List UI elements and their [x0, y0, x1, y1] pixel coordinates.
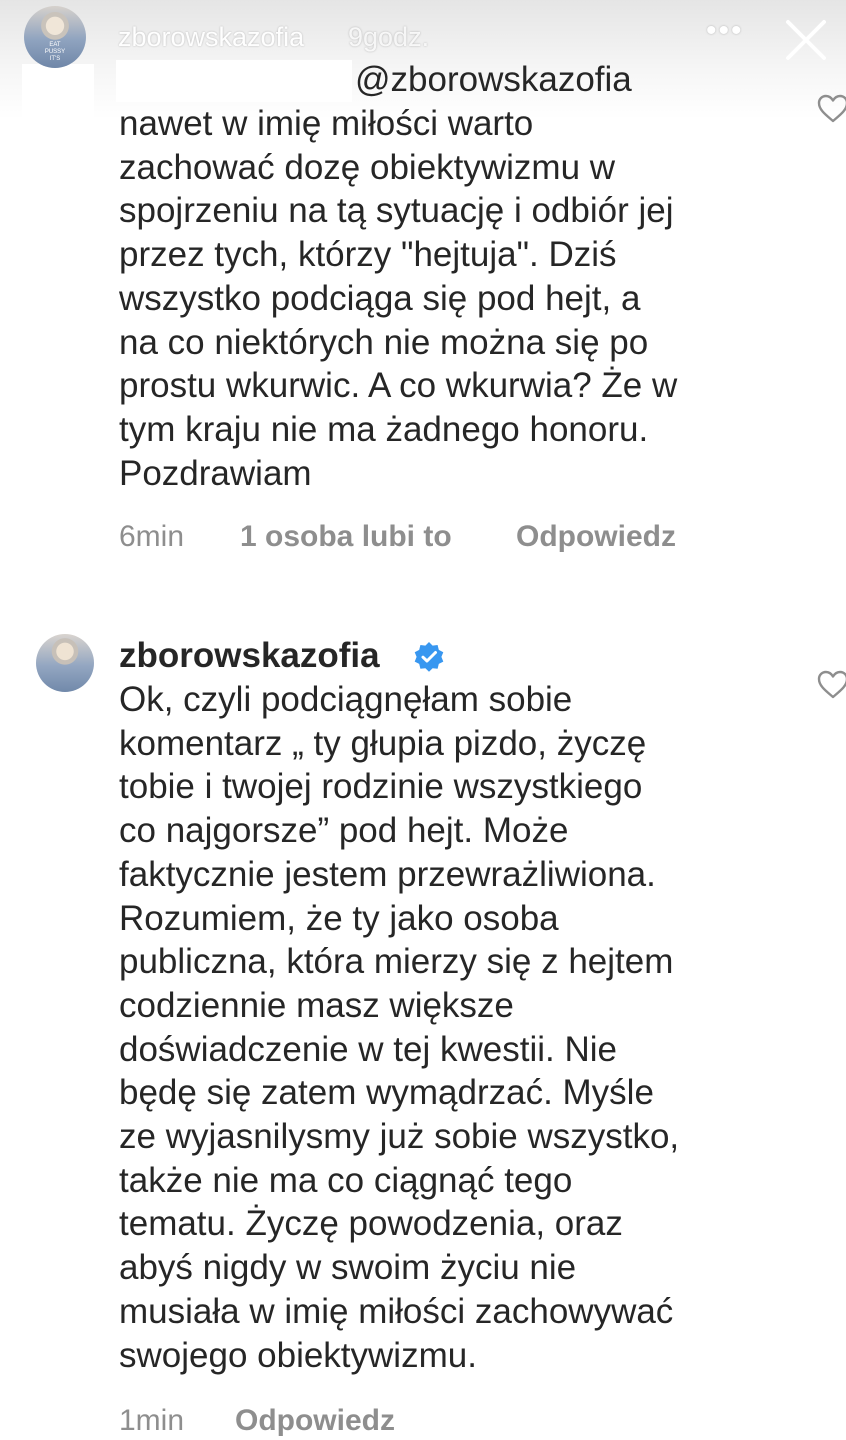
comment-1-likes[interactable]: 1 osoba lubi to — [240, 520, 452, 554]
comment-line: tym kraju nie ma żadnego honoru. — [119, 409, 649, 449]
comment-line: doświadczenie w tej kwestii. Nie — [119, 1029, 617, 1069]
comment-line: także nie ma co ciągnąć tego — [119, 1160, 573, 1200]
story-timestamp: 9godz. — [348, 22, 430, 52]
comment-line: komentarz „ ty głupia pizdo, życzę — [119, 723, 647, 763]
heart-icon[interactable] — [816, 94, 846, 124]
comment-line: tobie i twojej rodzinie wszystkiego — [119, 767, 643, 807]
comment-line: publiczna, która mierzy się z hejtem — [119, 942, 674, 982]
comment-line: abyś nigdy w swoim życiu nie — [119, 1248, 577, 1288]
avatar[interactable] — [36, 634, 94, 692]
heart-icon[interactable] — [816, 670, 846, 700]
comment-1-time: 6min — [119, 520, 185, 553]
comment-line: zachować dozę obiektywizmu w — [119, 147, 616, 187]
verified-badge-icon — [414, 642, 444, 672]
comment-line: Ok, czyli podciągnęłam sobie — [119, 680, 573, 719]
comment-1-reply-button[interactable]: Odpowiedz — [516, 520, 676, 554]
avatar-shirt-print: EAT PUSSY IT'S — [44, 42, 66, 62]
comment-line: faktycznie jestem przewrażliwiona. — [119, 854, 656, 894]
comment-2-time: 1min — [119, 1404, 185, 1437]
comment-line: tematu. Życzę powodzenia, oraz — [119, 1204, 623, 1244]
censored-avatar — [22, 64, 94, 126]
comment-line: wszystko podciąga się pod hejt, a — [119, 278, 641, 318]
comment-line: spojrzeniu na tą sytuację i odbiór jej — [119, 191, 674, 231]
comment-2-username[interactable]: zborowskazofia — [119, 636, 380, 676]
comment-line: co najgorsze” pod hejt. Może — [119, 811, 569, 851]
censored-username — [116, 60, 352, 102]
story-avatar[interactable]: EAT PUSSY IT'S — [24, 6, 86, 68]
comment-line: musiała w imię miłości zachowywać — [119, 1291, 674, 1331]
close-icon[interactable] — [778, 12, 834, 68]
comment-line: swojego obiektywizmu. — [119, 1335, 477, 1375]
comment-2-reply-button[interactable]: Odpowiedz — [235, 1404, 395, 1438]
comment-line: Rozumiem, że ty jako osoba — [119, 898, 559, 938]
comment-1-text: nawet w imię miłości warto zachować dozę… — [119, 102, 809, 495]
comment-line: prostu wkurwic. A co wkurwia? Że w — [119, 366, 678, 406]
comment-line: codziennie masz większe — [119, 985, 514, 1025]
comment-line: będę się zatem wymądrzać. Myśle — [119, 1073, 654, 1113]
more-options-icon[interactable]: ••• — [706, 14, 744, 48]
story-username[interactable]: zborowskazofia — [118, 22, 304, 53]
comment-line: przez tych, którzy "hejtuja". Dziś — [119, 235, 617, 275]
comment-2-text: Ok, czyli podciągnęłam sobie komentarz „… — [119, 678, 809, 1377]
censored-timestamp — [450, 632, 720, 678]
comment-line: na co niektórych nie można się po — [119, 322, 649, 362]
comment-line: ze wyjasnilysmy już sobie wszystko, — [119, 1117, 680, 1157]
comment-1-mention[interactable]: @zborowskazofia — [355, 58, 846, 102]
comment-line: nawet w imię miłości warto — [119, 104, 534, 143]
comment-line: Pozdrawiam — [119, 453, 312, 493]
